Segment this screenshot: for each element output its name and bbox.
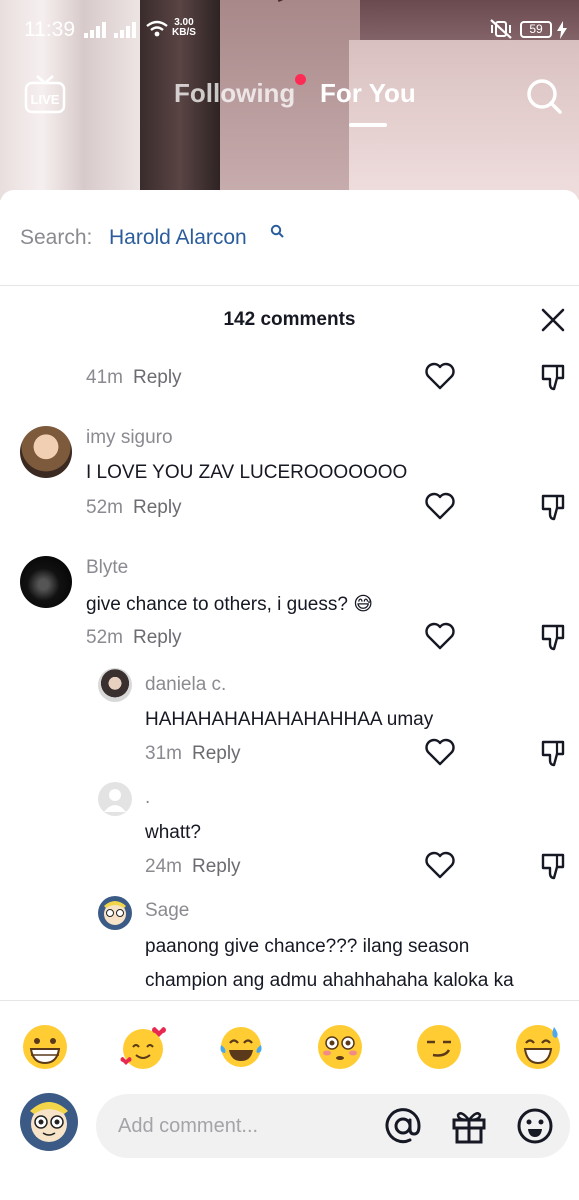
following-notification-dot [295,74,306,85]
dislike-icon[interactable] [540,851,568,881]
live-tv-icon[interactable]: LIVE [24,74,66,114]
active-tab-indicator [349,123,387,127]
reply-author[interactable]: daniela c. [145,674,226,696]
search-icon[interactable] [524,76,564,116]
cartoon-avatar-icon [104,901,126,925]
grin-emoji-icon[interactable] [21,1023,69,1071]
reply-button[interactable]: Reply [192,743,241,764]
live-label: LIVE [31,92,60,107]
status-bar: 11:39 3.00 KB/S 59 [0,0,579,58]
comment-text-body: give chance to others, i guess? [86,594,348,615]
avatar[interactable] [98,668,132,702]
tab-for-you[interactable]: For You [320,78,416,109]
like-heart-icon[interactable] [425,492,455,520]
my-avatar[interactable] [20,1093,78,1151]
comment-author[interactable]: imy siguro [86,427,173,449]
reply-text-line: paanong give chance??? ilang season [145,936,470,957]
emoji-face-icon[interactable] [516,1107,554,1145]
network-speed: 3.00 KB/S [172,18,196,38]
tab-following[interactable]: Following [174,78,295,109]
avatar[interactable] [20,556,72,608]
dislike-icon[interactable] [540,738,568,768]
comment-text: give chance to others, i guess? 😅 [86,593,373,616]
close-icon[interactable] [540,307,566,333]
search-suggestion-row[interactable]: Search: Harold Alarcon [0,190,579,286]
comment-text: I LOVE YOU ZAV LUCEROOOOOOO [86,462,408,483]
avatar[interactable] [98,896,132,930]
reply-meta: 31m Reply [145,743,241,765]
dislike-icon[interactable] [540,362,568,392]
reply-time: 31m [145,743,182,764]
reply-text: whatt? [145,822,201,843]
gift-icon[interactable] [450,1107,488,1145]
comment-meta: 41m Reply [86,367,182,389]
reply-button[interactable]: Reply [192,856,241,877]
smiling-hearts-emoji-icon[interactable] [119,1023,167,1071]
search-suggestion-prefix: Search: [20,226,93,249]
cartoon-avatar-icon [30,1102,68,1142]
reply-button[interactable]: Reply [133,497,182,518]
sweat-smile-emoji: 😅 [353,594,374,615]
comment-meta: 52m Reply [86,627,182,649]
like-heart-icon[interactable] [425,362,455,390]
reply-text: HAHAHAHAHAHAHAHHAA umay [145,709,434,730]
comment-meta: 52m Reply [86,497,182,519]
quick-emoji-bar [0,1000,579,1090]
battery-indicator: 59 [520,21,552,38]
comment-author[interactable]: Blyte [86,557,128,579]
comment-time: 52m [86,497,123,518]
wifi-icon [146,20,168,37]
reply-author[interactable]: Sage [145,900,189,922]
mute-vibrate-icon [490,19,512,39]
search-suggestion-term[interactable]: Harold Alarcon [109,226,247,250]
add-comment-input[interactable] [118,1094,378,1158]
like-heart-icon[interactable] [425,851,455,879]
reply-meta: 24m Reply [145,856,241,878]
wall-right [349,40,579,200]
dislike-icon[interactable] [540,622,568,652]
comment-time: 52m [86,627,123,648]
comment-composer [96,1094,570,1158]
comment-time: 41m [86,367,123,388]
avatar[interactable] [20,426,72,478]
reply-text-line: champion ang admu ahahhahaha kaloka ka [145,970,514,991]
flushed-emoji-icon[interactable] [316,1023,364,1071]
reply-time: 24m [145,856,182,877]
smirk-emoji-icon[interactable] [415,1023,463,1071]
charging-icon [557,21,567,39]
reply-button[interactable]: Reply [133,627,182,648]
reply-button[interactable]: Reply [133,367,182,388]
sweat-smile-emoji-icon[interactable] [514,1023,562,1071]
dislike-icon[interactable] [540,492,568,522]
signal-icon-2 [114,22,136,38]
search-small-icon [270,224,284,238]
default-avatar[interactable] [98,782,132,816]
like-heart-icon[interactable] [425,738,455,766]
mention-at-icon[interactable] [384,1107,422,1145]
comments-count: 142 comments [223,309,356,330]
reply-author[interactable]: . [145,787,150,809]
signal-icon [84,22,106,38]
tears-of-joy-emoji-icon[interactable] [217,1023,265,1071]
like-heart-icon[interactable] [425,622,455,650]
status-time: 11:39 [24,18,75,41]
network-speed-unit: KB/S [172,27,196,38]
person-icon [104,789,126,812]
